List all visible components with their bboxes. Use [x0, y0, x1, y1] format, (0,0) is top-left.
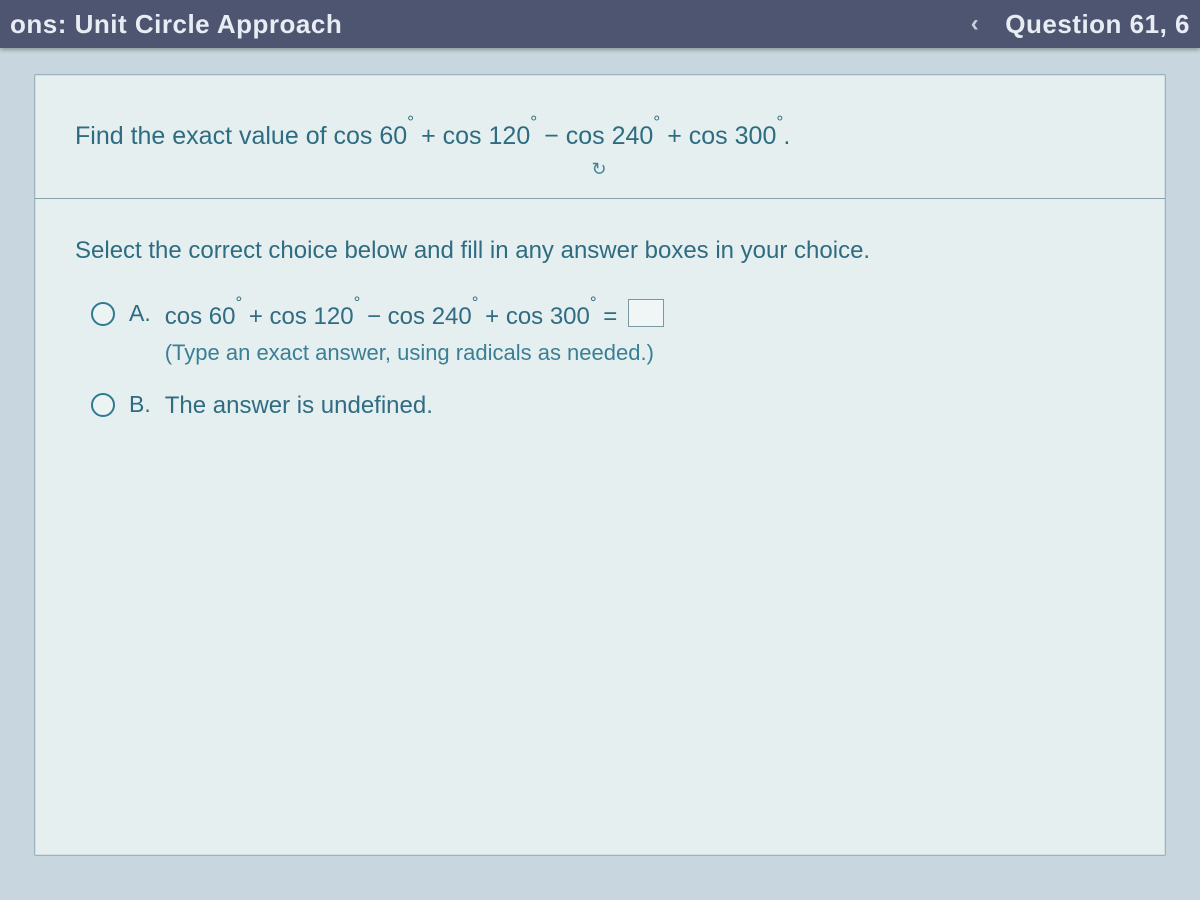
choice-a-hint: (Type an exact answer, using radicals as… — [165, 340, 1125, 366]
radio-choice-a[interactable] — [91, 302, 115, 326]
expr-cos60: cos 60° — [333, 122, 414, 150]
choice-b-letter: B. — [129, 390, 151, 418]
refresh-icon[interactable]: ↻ — [75, 154, 1125, 188]
header-right: ‹ Question 61, 6 — [971, 9, 1190, 40]
assignment-title: ons: Unit Circle Approach — [10, 9, 342, 40]
question-indicator: Question 61, 6 — [1005, 9, 1190, 40]
question-prefix: Find the exact value of — [75, 122, 333, 150]
choice-a-row: A. cos 60° + cos 120° − cos 240° + cos 3… — [75, 299, 1125, 365]
plus-sign: + — [421, 122, 443, 150]
choice-a-letter: A. — [129, 299, 151, 327]
choice-b-text: The answer is undefined. — [165, 390, 1125, 422]
instruction-text: Select the correct choice below and fill… — [75, 237, 1125, 265]
choice-b-row: B. The answer is undefined. — [75, 390, 1125, 422]
question-panel: Find the exact value of cos 60° + cos 12… — [34, 74, 1166, 856]
expr-cos300: cos 300° — [689, 122, 784, 150]
choice-a-body: cos 60° + cos 120° − cos 240° + cos 300°… — [165, 299, 1125, 365]
answer-area: Select the correct choice below and fill… — [35, 199, 1165, 456]
radio-choice-b[interactable] — [91, 393, 115, 417]
answer-input-box[interactable] — [628, 299, 664, 327]
period: . — [783, 122, 790, 150]
expr-cos120: cos 120° — [443, 122, 538, 150]
expr-cos240: cos 240° — [566, 122, 661, 150]
minus-sign: − — [544, 122, 566, 150]
app-header: ons: Unit Circle Approach ‹ Question 61,… — [0, 0, 1200, 48]
question-text: Find the exact value of cos 60° + cos 12… — [35, 75, 1165, 199]
previous-question-arrow[interactable]: ‹ — [971, 10, 980, 38]
choice-a-expression: cos 60° + cos 120° − cos 240° + cos 300°… — [165, 299, 1125, 333]
plus-sign-2: + — [667, 122, 689, 150]
choice-b-body: The answer is undefined. — [165, 390, 1125, 422]
